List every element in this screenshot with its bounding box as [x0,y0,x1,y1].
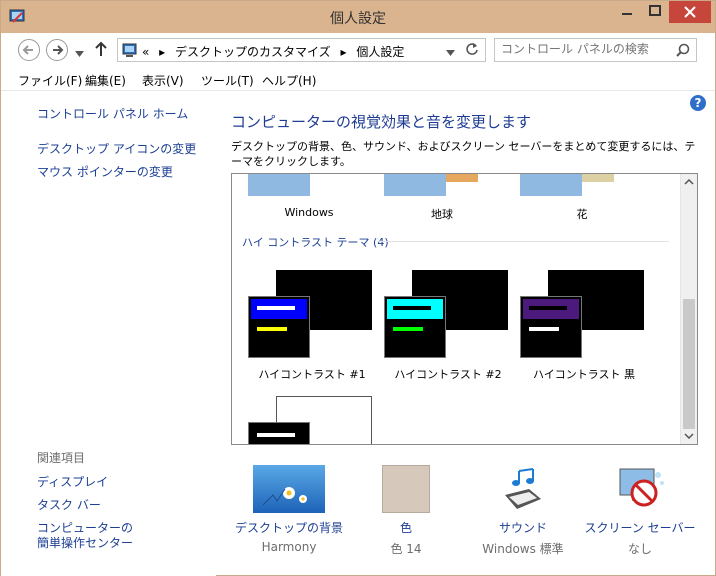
main-content: ? コンピューターの視覚効果と音を変更します デスクトップの背景、色、サウンド、… [216,91,715,576]
menu-bar: ファイル(F) 編集(E) 表示(V) ツール(T) ヘルプ(H) [1,67,715,91]
setting-label: サウンド [498,521,547,535]
setting-label: 色 [399,521,412,535]
group-divider [377,241,669,242]
related-heading: 関連項目 [37,451,86,465]
high-contrast-group-title[interactable]: ハイ コントラスト テーマ (4) [242,234,389,250]
minimize-button[interactable] [613,1,641,23]
theme-thumbnail [248,174,310,196]
hc-line [529,306,567,310]
arrow-left-icon [22,45,33,55]
setting-value: 色 14 [390,542,422,556]
hc-line [257,327,287,331]
sidebar-control-panel-home[interactable]: コントロール パネル ホーム [37,105,188,122]
maximize-button[interactable] [641,1,669,23]
control-panel-icon [122,42,138,61]
menu-edit[interactable]: 編集(E) [85,72,126,89]
setting-label: デスクトップの背景 [234,521,343,535]
chevron-down-icon [446,50,455,56]
theme-label: ハイコントラスト 黒 [532,368,636,381]
arrow-up-icon [95,41,107,56]
theme-label: ハイコントラスト #1 [258,368,366,381]
sidebar-ease-of-access-line2[interactable]: 簡単操作センター [37,534,133,551]
sidebar-taskbar[interactable]: タスク バー [37,496,101,513]
theme-label: 花 [576,208,588,221]
recent-locations-dropdown[interactable] [75,46,84,60]
refresh-button[interactable] [465,42,479,60]
theme-thumbnail [520,296,582,358]
theme-thumbnail [248,296,310,358]
theme-label: 地球 [431,208,453,221]
color-icon [382,465,430,513]
address-dropdown[interactable] [446,45,455,59]
search-input[interactable] [501,42,671,56]
up-button[interactable] [95,41,107,60]
breadcrumb-separator[interactable]: ▸ [341,45,347,59]
personalization-window: 個人設定 « ▸ デスクトップのカスタマイズ ▸ 個人設定 コントロール パネル… [0,0,716,576]
arrow-right-icon [53,45,64,55]
theme-thumbnail [384,174,446,196]
sidebar-desktop-icons[interactable]: デスクトップ アイコンの変更 [37,140,196,157]
breadcrumb-separator[interactable]: ▸ [159,45,165,59]
menu-help[interactable]: ヘルプ(H) [262,72,316,89]
address-field[interactable]: « ▸ デスクトップのカスタマイズ ▸ 個人設定 [117,38,486,62]
hc-line [257,433,295,437]
forward-button[interactable] [46,39,68,61]
chevron-down-icon [75,51,84,57]
theme-thumbnail [520,174,582,196]
search-box[interactable] [494,38,697,62]
theme-thumbnail-back [582,174,614,182]
hc-line [393,327,423,331]
refresh-icon [466,43,478,55]
theme-thumbnail [384,296,446,358]
screensaver-icon [619,468,664,507]
menu-file[interactable]: ファイル(F) [18,72,82,89]
search-icon[interactable] [676,43,690,60]
menu-view[interactable]: 表示(V) [142,72,184,89]
theme-list: Windows 地球 花 ハイ コントラスト テーマ (4) ハイコントラスト … [231,173,698,445]
breadcrumb-personalization[interactable]: 個人設定 [356,45,404,59]
setting-value: Windows 標準 [482,542,564,556]
theme-label: Windows [284,206,334,219]
sidebar-mouse-pointers[interactable]: マウス ポインターの変更 [37,163,173,180]
menu-tools[interactable]: ツール(T) [201,72,254,89]
window-title: 個人設定 [330,11,386,27]
theme-thumbnail [248,422,310,444]
hc-line [393,306,431,310]
sidebar-display[interactable]: ディスプレイ [37,473,108,490]
scroll-down-icon[interactable] [684,431,694,442]
hc-line [257,306,295,310]
setting-value: なし [627,542,652,556]
theme-scrollbar[interactable] [680,174,697,444]
theme-label: ハイコントラスト #2 [394,368,502,381]
title-bar: 個人設定 [1,1,715,33]
help-icon[interactable]: ? [690,95,706,111]
scroll-up-icon[interactable] [684,177,694,188]
page-title: コンピューターの視覚効果と音を変更します [231,113,532,131]
sound-icon [505,468,541,509]
hc-line [529,327,559,331]
scrollbar-thumb[interactable] [683,299,695,429]
close-button[interactable] [669,1,711,23]
breadcrumb-overflow[interactable]: « [142,45,149,59]
breadcrumb-desktop-customization[interactable]: デスクトップのカスタマイズ [175,45,331,59]
setting-label: スクリーン セーバー [584,521,696,535]
wallpaper-icon [253,465,325,513]
address-toolbar: « ▸ デスクトップのカスタマイズ ▸ 個人設定 [1,33,715,67]
sidebar: コントロール パネル ホーム デスクトップ アイコンの変更 マウス ポインターの… [1,91,216,576]
setting-value: Harmony [261,540,317,554]
page-description: デスクトップの背景、色、サウンド、およびスクリーン セーバーをまとめて変更するに… [231,140,696,168]
back-button[interactable] [18,39,40,61]
theme-thumbnail-back [446,174,478,182]
breadcrumb: « ▸ デスクトップのカスタマイズ ▸ 個人設定 [142,43,410,60]
